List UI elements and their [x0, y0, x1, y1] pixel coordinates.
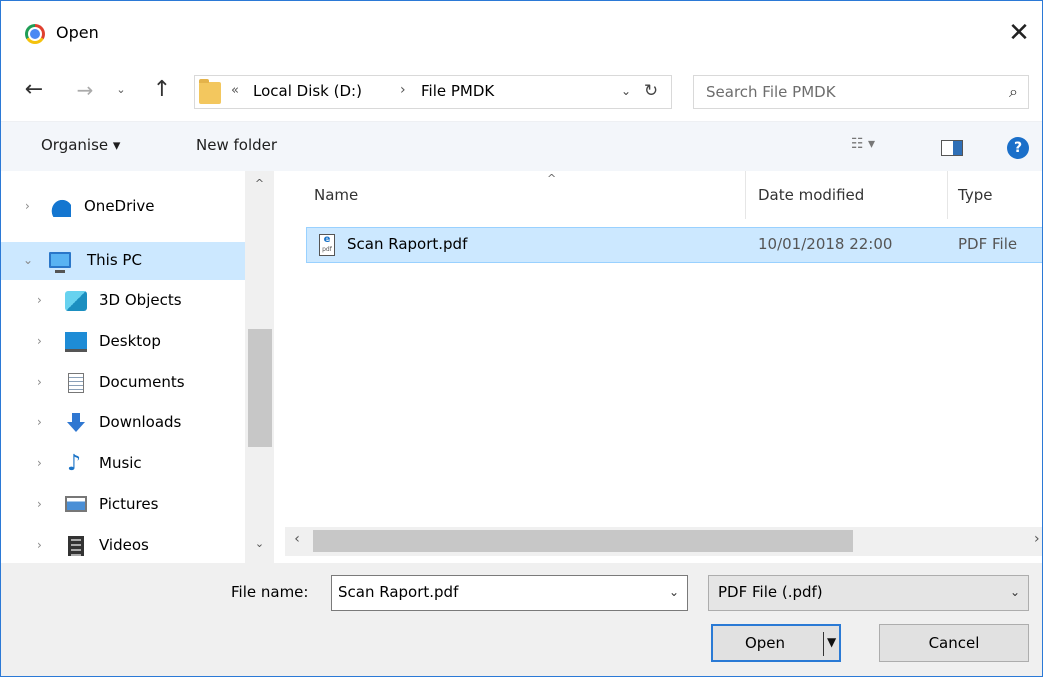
videos-icon [68, 536, 84, 556]
expand-chevron-icon[interactable]: › [37, 538, 42, 552]
change-view-button[interactable]: ☷ ▾ [851, 136, 875, 152]
scrollbar-thumb[interactable] [248, 329, 272, 447]
column-header-name[interactable]: Name [314, 186, 358, 204]
sidebar-item-label: Documents [99, 373, 185, 391]
window-title: Open [56, 23, 99, 42]
expand-chevron-icon[interactable]: › [37, 375, 42, 389]
address-dropdown-icon[interactable]: ⌄ [616, 84, 636, 98]
scroll-left-arrow-icon[interactable]: ‹ [285, 531, 309, 547]
chevron-down-icon[interactable]: ⌄ [1010, 585, 1020, 599]
sidebar-item-documents[interactable]: › Documents [1, 364, 245, 402]
pictures-icon [65, 496, 87, 512]
address-row: ← → ⌄ ↑ « Local Disk (D:) › File PMDK ⌄ … [1, 68, 1042, 114]
sidebar-item-downloads[interactable]: › Downloads [1, 404, 245, 442]
sidebar-item-videos[interactable]: › Videos [1, 527, 245, 563]
documents-icon [68, 373, 84, 393]
scroll-right-arrow-icon[interactable]: › [1034, 531, 1042, 547]
title-bar: Open ✕ [1, 1, 1042, 67]
3d-objects-icon [65, 291, 87, 311]
file-name-label: File name: [231, 583, 309, 601]
cancel-button[interactable]: Cancel [879, 624, 1029, 662]
sort-ascending-icon: ^ [547, 172, 557, 185]
file-list-pane: ^ Name Date modified Type pdf Scan Rapor… [285, 171, 1042, 563]
file-name-combobox[interactable]: ⌄ [331, 575, 688, 611]
sidebar-item-label: Music [99, 454, 142, 472]
command-toolbar: Organise ▾ New folder ☷ ▾ ? [1, 121, 1042, 171]
help-icon[interactable]: ? [1007, 137, 1029, 159]
scroll-down-arrow-icon[interactable]: ⌄ [245, 537, 274, 550]
sidebar-item-label: 3D Objects [99, 291, 182, 309]
new-folder-button[interactable]: New folder [196, 136, 277, 154]
sidebar-item-pictures[interactable]: › Pictures [1, 486, 245, 524]
refresh-icon[interactable]: ↻ [638, 81, 664, 101]
file-type: PDF File [958, 235, 1018, 253]
horizontal-scrollbar[interactable]: ‹ › [285, 527, 1042, 556]
split-divider [823, 632, 824, 656]
breadcrumb-file-pmdk[interactable]: File PMDK [421, 82, 494, 100]
search-icon[interactable]: ⌕ [1009, 82, 1018, 102]
sidebar-item-3d-objects[interactable]: › 3D Objects [1, 282, 245, 320]
pdf-file-icon: pdf [319, 234, 335, 256]
sidebar-item-label: Downloads [99, 413, 182, 431]
file-type-selected-value: PDF File (.pdf) [718, 583, 823, 601]
sidebar-item-onedrive[interactable]: › OneDrive [1, 188, 245, 226]
column-divider[interactable] [745, 171, 746, 219]
file-date-modified: 10/01/2018 22:00 [758, 235, 893, 253]
column-header-date-modified[interactable]: Date modified [758, 186, 864, 204]
navigation-pane: › OneDrive ⌄ This PC › 3D Objects › Desk… [1, 171, 275, 563]
organise-button[interactable]: Organise ▾ [41, 136, 120, 154]
breadcrumb-separator[interactable]: › [400, 82, 406, 98]
sidebar-item-label: Pictures [99, 495, 159, 513]
pc-icon [49, 252, 71, 273]
folder-icon [199, 79, 221, 104]
music-icon: ♪ [67, 451, 82, 476]
navigation-scrollbar[interactable]: ^ ⌄ [245, 171, 274, 563]
open-button[interactable]: Open [713, 634, 817, 652]
expand-chevron-icon[interactable]: › [37, 334, 42, 348]
expand-chevron-icon[interactable]: › [37, 293, 42, 307]
up-button[interactable]: ↑ [147, 76, 177, 104]
file-row[interactable]: pdf Scan Raport.pdf 10/01/2018 22:00 PDF… [306, 227, 1042, 263]
sidebar-item-this-pc[interactable]: ⌄ This PC [1, 242, 245, 280]
downloads-icon [65, 413, 87, 433]
file-type-select[interactable]: PDF File (.pdf) ⌄ [708, 575, 1029, 611]
sidebar-item-label: This PC [87, 251, 142, 269]
column-header-type[interactable]: Type [958, 186, 992, 204]
breadcrumb-local-disk[interactable]: Local Disk (D:) [253, 82, 362, 100]
open-split-button[interactable]: Open ▼ [711, 624, 841, 662]
file-name-input[interactable] [338, 583, 648, 601]
file-name: Scan Raport.pdf [347, 235, 468, 253]
address-bar[interactable]: « Local Disk (D:) › File PMDK ⌄ ↻ [194, 75, 672, 109]
sidebar-item-label: OneDrive [84, 197, 155, 215]
onedrive-icon [49, 197, 71, 217]
chevron-down-icon[interactable]: ⌄ [669, 585, 679, 599]
expand-chevron-icon[interactable]: › [37, 497, 42, 511]
expand-chevron-icon[interactable]: › [37, 456, 42, 470]
forward-button[interactable]: → [73, 76, 97, 104]
back-button[interactable]: ← [19, 76, 49, 104]
desktop-icon [65, 332, 87, 352]
expand-chevron-icon[interactable]: › [25, 199, 30, 213]
sidebar-item-label: Desktop [99, 332, 161, 350]
sidebar-item-desktop[interactable]: › Desktop [1, 323, 245, 361]
sidebar-item-label: Videos [99, 536, 149, 554]
recent-locations-button[interactable]: ⌄ [111, 76, 131, 104]
expand-chevron-icon[interactable]: › [37, 415, 42, 429]
dialog-footer: File name: ⌄ PDF File (.pdf) ⌄ Open ▼ Ca… [1, 563, 1042, 676]
column-divider[interactable] [947, 171, 948, 219]
close-button[interactable]: ✕ [996, 13, 1042, 53]
breadcrumb-overflow[interactable]: « [231, 83, 239, 98]
collapse-chevron-icon[interactable]: ⌄ [23, 253, 33, 267]
scroll-up-arrow-icon[interactable]: ^ [245, 177, 274, 190]
open-file-dialog: Open ✕ ← → ⌄ ↑ « Local Disk (D:) › File … [0, 0, 1043, 677]
sidebar-item-music[interactable]: › ♪ Music [1, 445, 245, 483]
preview-pane-icon[interactable] [941, 140, 963, 156]
scrollbar-thumb[interactable] [313, 530, 853, 552]
chrome-icon [25, 24, 45, 44]
search-input[interactable] [706, 83, 976, 101]
open-options-dropdown-icon[interactable]: ▼ [827, 635, 836, 649]
search-box[interactable]: ⌕ [693, 75, 1029, 109]
